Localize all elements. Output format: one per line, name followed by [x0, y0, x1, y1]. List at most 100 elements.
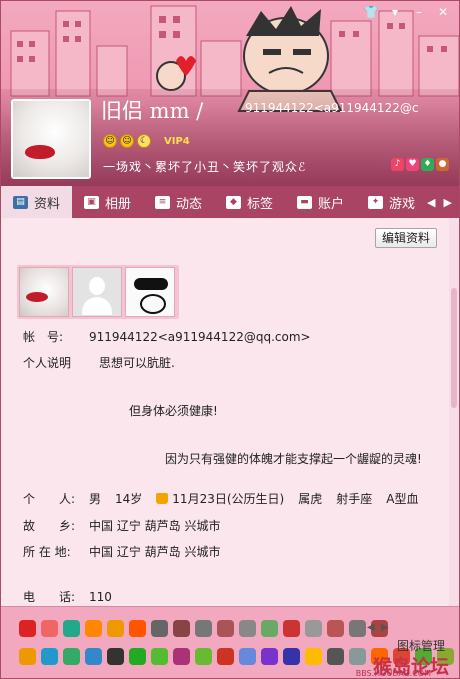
service-app-icon[interactable] [107, 648, 124, 665]
tab-left-arrow-icon[interactable]: ◀ [427, 196, 435, 209]
tab-label: 标签 [247, 196, 274, 212]
music-icon[interactable]: ♪ [391, 158, 404, 171]
service-app-icon[interactable] [349, 620, 366, 637]
service-app-icon[interactable] [41, 620, 58, 637]
profile-header: 👕 ▾ – ✕ 旧侣 mm / 911944122<a911944122@c ☺… [1, 1, 459, 186]
minimize-button[interactable]: – [409, 5, 429, 19]
phone-row: 电 话: 110 [23, 588, 112, 605]
description-label: 个人说明 [23, 356, 72, 370]
tab-feed[interactable]: ≡ 动态 [143, 186, 214, 218]
header-account: 911944122<a911944122@c [245, 101, 419, 115]
photo-thumbnail[interactable] [125, 267, 175, 317]
service-app-icon[interactable] [305, 648, 322, 665]
service-app-icon[interactable] [261, 620, 278, 637]
moon-icon[interactable]: ☾ [137, 134, 151, 148]
service-app-icon[interactable] [63, 648, 80, 665]
heart-icon[interactable]: ♥ [406, 158, 419, 171]
hometown-value: 中国 辽宁 葫芦岛 兴城市 [89, 519, 221, 533]
service-app-icon[interactable] [129, 620, 146, 637]
tab-label: 账户 [318, 196, 345, 212]
signature: 一场戏丶累坏了小丑丶笑坏了观众ℰ [103, 160, 307, 174]
service-app-icon[interactable] [239, 648, 256, 665]
window-controls: 👕 ▾ – ✕ [361, 5, 453, 19]
service-app-icon[interactable] [107, 620, 124, 637]
tab-album[interactable]: ▣ 相册 [72, 186, 143, 218]
location-row: 所 在 地: 中国 辽宁 葫芦岛 兴城市 [23, 543, 220, 560]
status-badges: ☺ ☺ ☾ VIP4 [103, 134, 190, 148]
description-row: 个人说明 思想可以肮脏. [23, 354, 175, 371]
scrollbar-thumb[interactable] [451, 288, 457, 408]
tab-label: 相册 [105, 196, 132, 212]
icon-bar-arrow-left-icon[interactable]: ◀ [367, 622, 375, 633]
service-app-icon[interactable] [19, 620, 36, 637]
service-app-icon[interactable] [19, 648, 36, 665]
service-app-icon[interactable] [217, 648, 234, 665]
service-app-icon[interactable] [85, 620, 102, 637]
blood-type: A型血 [386, 492, 419, 506]
game-icon: ✦ [368, 195, 383, 209]
service-app-icon[interactable] [305, 620, 322, 637]
location-value: 中国 辽宁 葫芦岛 兴城市 [89, 545, 221, 559]
photo-album-icon: ▣ [84, 195, 99, 209]
tab-profile[interactable]: ▤ 资料 [1, 186, 72, 218]
smiley-icon[interactable]: ☺ [103, 134, 117, 148]
tab-label: 动态 [176, 196, 203, 212]
service-app-icon[interactable] [173, 648, 190, 665]
lips-picture [25, 145, 55, 159]
tab-account[interactable]: ▬ 账户 [285, 186, 356, 218]
skin-icon[interactable]: 👕 [361, 5, 381, 19]
service-app-icon[interactable] [217, 620, 234, 637]
edit-profile-button[interactable]: 编辑资料 [375, 228, 437, 248]
phone-label: 电 话: [23, 590, 76, 604]
personal-row: 个 人: 男 14岁 11月23日(公历生日) 属虎 射手座 A型血 [23, 490, 418, 507]
age: 14岁 [115, 492, 143, 506]
profile-window: 👕 ▾ – ✕ 旧侣 mm / 911944122<a911944122@c ☺… [0, 0, 460, 679]
tab-games[interactable]: ✦ 游戏 [356, 186, 427, 218]
service-app-icon[interactable] [151, 648, 168, 665]
icon-bar-arrow-right-icon[interactable]: ▶ [381, 622, 389, 633]
close-button[interactable]: ✕ [433, 5, 453, 19]
pet-icon[interactable]: ● [436, 158, 449, 171]
profile-content: 编辑资料 帐 号: 911944122<a911944122@qq.com> 个人… [1, 218, 459, 606]
service-app-icon[interactable] [41, 648, 58, 665]
tab-right-arrow-icon[interactable]: ▶ [443, 196, 451, 209]
photo-thumbnail-placeholder[interactable] [72, 267, 122, 317]
service-app-icon[interactable] [327, 620, 344, 637]
description-line-1: 思想可以肮脏. [99, 356, 175, 370]
tag-icon: ◆ [226, 195, 241, 209]
hometown-label: 故 乡: [23, 519, 76, 533]
birthday: 11月23日(公历生日) [172, 492, 285, 506]
service-app-icon[interactable] [195, 620, 212, 637]
service-app-icon[interactable] [283, 648, 300, 665]
profile-card-icon: ▤ [13, 195, 28, 209]
service-app-icon[interactable] [85, 648, 102, 665]
signature-icons: ♪ ♥ ♦ ● [391, 158, 449, 171]
service-app-icon[interactable] [63, 620, 80, 637]
menu-dropdown-icon[interactable]: ▾ [385, 5, 405, 19]
service-app-icon[interactable] [283, 620, 300, 637]
vip-badge[interactable]: VIP4 [164, 136, 190, 147]
tab-label: 资料 [34, 196, 61, 212]
hometown-row: 故 乡: 中国 辽宁 葫芦岛 兴城市 [23, 517, 220, 534]
phone-value: 110 [89, 590, 112, 604]
service-icon-bar: ◀ ▶ 图标管理 猴岛论坛 BBS.HOUDAO.COM [1, 606, 459, 678]
service-app-icon[interactable] [261, 648, 278, 665]
service-app-icon[interactable] [173, 620, 190, 637]
account-row: 帐 号: 911944122<a911944122@qq.com> [23, 328, 311, 345]
service-app-icon[interactable] [129, 648, 146, 665]
tab-tags[interactable]: ◆ 标签 [214, 186, 285, 218]
game-small-icon[interactable]: ♦ [421, 158, 434, 171]
service-app-icon[interactable] [349, 648, 366, 665]
avatar[interactable] [11, 99, 91, 179]
service-app-icon[interactable] [327, 648, 344, 665]
photo-strip [17, 265, 179, 319]
service-app-icon[interactable] [195, 648, 212, 665]
scrollbar[interactable] [449, 218, 459, 606]
service-icon-row-1 [19, 620, 388, 637]
tab-scroll: ◀ ▶ [427, 186, 459, 218]
service-app-icon[interactable] [239, 620, 256, 637]
account-label: 帐 号: [23, 330, 64, 344]
photo-thumbnail[interactable] [19, 267, 69, 317]
smiley-icon[interactable]: ☺ [120, 134, 134, 148]
service-app-icon[interactable] [151, 620, 168, 637]
